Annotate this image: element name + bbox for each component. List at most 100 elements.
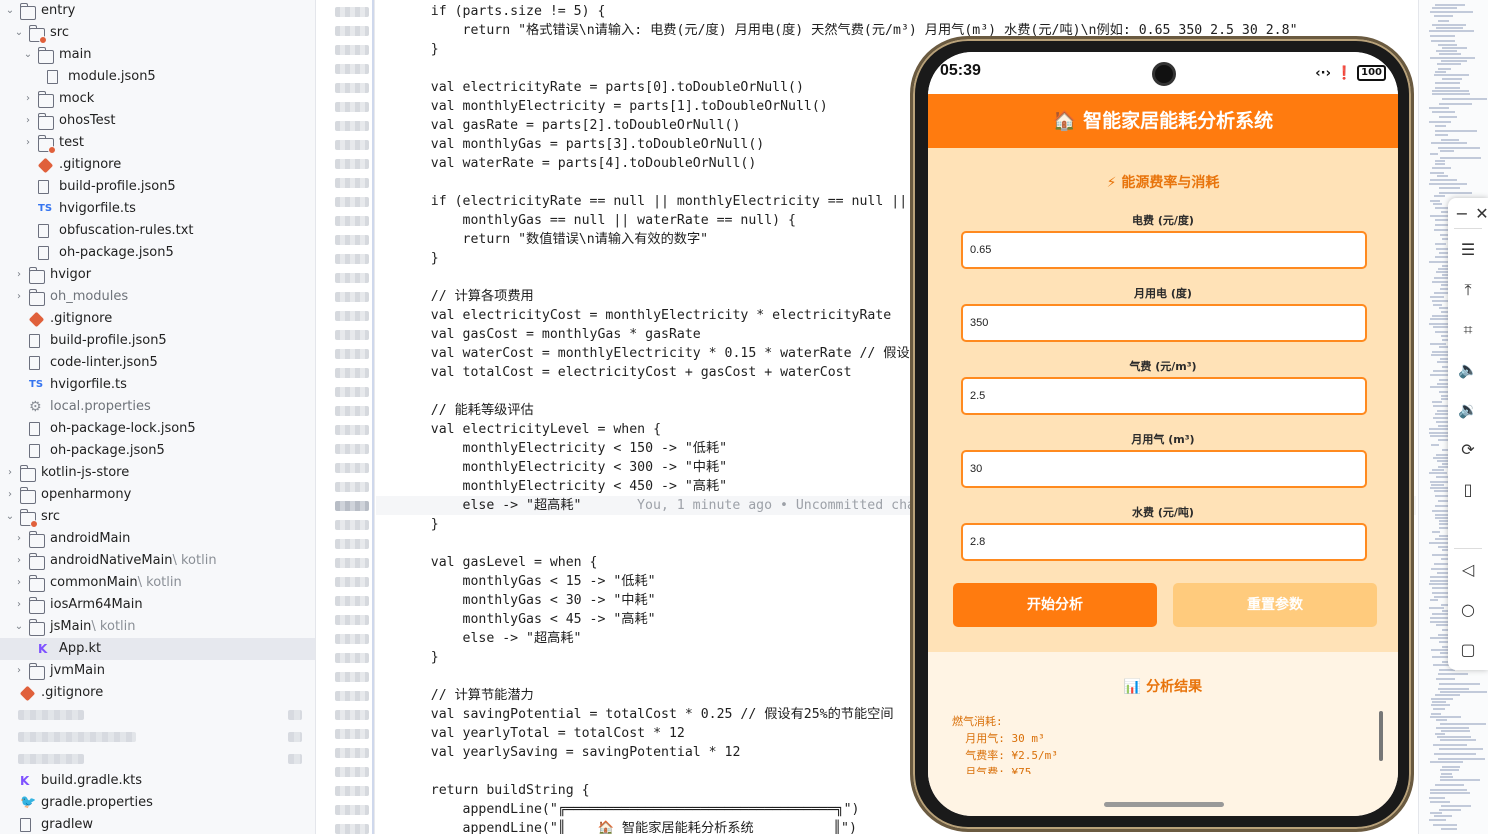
git-file-icon xyxy=(19,685,36,702)
tree-item[interactable]: › androidNativeMain\ kotlin xyxy=(0,550,315,572)
tree-item[interactable]: › test xyxy=(0,132,315,154)
tree-item[interactable]: module.json5 xyxy=(0,66,315,88)
chevron-right-icon[interactable]: › xyxy=(13,264,25,286)
tree-item[interactable]: ⌄ jsMain\ kotlin xyxy=(0,616,315,638)
tree-item[interactable]: › androidMain xyxy=(0,528,315,550)
folder-icon xyxy=(29,619,45,636)
water-rate-input[interactable]: 2.8 xyxy=(961,523,1367,561)
minimap-line xyxy=(1435,134,1448,136)
tree-item[interactable]: TS hvigorfile.ts xyxy=(0,374,315,396)
reset-params-button[interactable]: 重置参数 xyxy=(1173,583,1377,627)
tree-item[interactable]: Kbuild.gradle.kts xyxy=(0,770,315,792)
tree-item[interactable] xyxy=(0,748,315,770)
tree-item[interactable]: › hvigor xyxy=(0,264,315,286)
chevron-right-icon[interactable]: › xyxy=(4,484,16,506)
tree-item[interactable]: › iosArm64Main xyxy=(0,594,315,616)
result-line: 气费率: ¥2.5/m³ xyxy=(952,749,1058,762)
line-number xyxy=(335,786,369,796)
tree-item[interactable]: ⌄ src xyxy=(0,506,315,528)
chevron-right-icon[interactable]: › xyxy=(13,550,25,572)
close-icon[interactable]: ✕ xyxy=(1462,204,1488,223)
gas-rate-input[interactable]: 2.5 xyxy=(961,377,1367,415)
chevron-right-icon[interactable]: › xyxy=(13,572,25,594)
tree-item[interactable]: ⌄ src xyxy=(0,22,315,44)
chevron-right-icon[interactable]: › xyxy=(22,88,34,110)
phone-screen[interactable]: 05:39 ‹·› ❗ 100 🏠 智能家居能耗分析系统 ⚡ 能源费率与消耗 电… xyxy=(928,52,1398,816)
chevron-right-icon[interactable]: › xyxy=(22,110,34,132)
tree-item[interactable]: code-linter.json5 xyxy=(0,352,315,374)
line-number xyxy=(335,311,369,321)
tree-item[interactable]: oh-package.json5 xyxy=(0,242,315,264)
chevron-right-icon[interactable]: › xyxy=(13,594,25,616)
tree-item[interactable]: 🐦 gradle.properties xyxy=(0,792,315,814)
minimap-line xyxy=(1441,773,1452,775)
status-time: 05:39 xyxy=(940,62,981,79)
tree-item[interactable]: oh-package.json5 xyxy=(0,440,315,462)
tree-item[interactable]: ⌄ entry xyxy=(0,0,315,22)
tree-item[interactable]: build-profile.json5 xyxy=(0,330,315,352)
menu-icon[interactable]: ☰ xyxy=(1448,240,1488,259)
chevron-down-icon[interactable]: ⌄ xyxy=(4,506,16,528)
chevron-down-icon[interactable]: ⌄ xyxy=(13,22,25,44)
tree-item[interactable] xyxy=(0,704,315,726)
tree-item[interactable]: gradlew xyxy=(0,814,315,834)
tree-item[interactable]: › openharmony xyxy=(0,484,315,506)
code-text: monthlyElectricity < 300 -> "中耗" xyxy=(399,460,728,475)
line-number xyxy=(335,824,369,834)
chevron-right-icon[interactable]: › xyxy=(4,462,16,484)
result-scrollbar[interactable] xyxy=(1379,711,1383,761)
tree-item[interactable]: oh-package-lock.json5 xyxy=(0,418,315,440)
tree-item[interactable]: › mock xyxy=(0,88,315,110)
minimap-line xyxy=(1437,63,1461,65)
tree-item[interactable]: K App.kt xyxy=(0,638,315,660)
crop-icon[interactable]: ⌗ xyxy=(1448,320,1488,340)
tree-item[interactable]: obfuscation-rules.txt xyxy=(0,220,315,242)
line-number xyxy=(335,596,369,606)
tree-item[interactable]: .gitignore xyxy=(0,154,315,176)
electricity-rate-input[interactable]: 0.65 xyxy=(961,231,1367,269)
tree-item[interactable]: › oh_modules xyxy=(0,286,315,308)
line-number xyxy=(335,615,369,625)
volume-up-icon[interactable]: 🔈 xyxy=(1448,360,1488,379)
volume-down-icon[interactable]: 🔉 xyxy=(1448,400,1488,419)
chevron-down-icon[interactable]: ⌄ xyxy=(22,44,34,66)
home-indicator[interactable] xyxy=(1104,802,1224,807)
tree-item[interactable] xyxy=(0,726,315,748)
chevron-right-icon[interactable]: › xyxy=(22,132,34,154)
tree-item[interactable]: .gitignore xyxy=(0,682,315,704)
back-icon[interactable]: ◁ xyxy=(1448,560,1488,579)
tree-item[interactable]: › commonMain\ kotlin xyxy=(0,572,315,594)
tree-item-label: main xyxy=(59,47,92,62)
tree-item[interactable]: build-profile.json5 xyxy=(0,176,315,198)
minimap-line xyxy=(1436,50,1457,52)
recents-icon[interactable]: ▢ xyxy=(1448,640,1488,659)
code-line[interactable]: if (parts.size != 5) { xyxy=(376,2,1416,21)
tree-item[interactable]: TS hvigorfile.ts xyxy=(0,198,315,220)
tree-item[interactable]: › jvmMain xyxy=(0,660,315,682)
start-analysis-button[interactable]: 开始分析 xyxy=(953,583,1157,627)
code-text: appendLine("║ 🏠 智能家居能耗分析系统 ║") xyxy=(399,821,857,834)
rotate-icon[interactable]: ⟳ xyxy=(1448,440,1488,459)
monthly-electricity-input[interactable]: 350 xyxy=(961,304,1367,342)
tree-item[interactable]: › kotlin-js-store xyxy=(0,462,315,484)
minimap-line xyxy=(1442,766,1460,768)
chevron-down-icon[interactable]: ⌄ xyxy=(4,0,16,22)
alert-icon: ❗ xyxy=(1335,65,1353,81)
tree-item[interactable]: .gitignore xyxy=(0,308,315,330)
file-icon xyxy=(29,444,40,458)
tree-item-label: oh-package.json5 xyxy=(59,245,174,260)
tree-item[interactable]: ⚙ local.properties xyxy=(0,396,315,418)
tree-item[interactable]: ⌄ main xyxy=(0,44,315,66)
monthly-gas-input[interactable]: 30 xyxy=(961,450,1367,488)
code-text: appendLine("╔═══════════════════════════… xyxy=(399,802,860,817)
battery-icon: 100 xyxy=(1357,65,1386,81)
chevron-right-icon[interactable]: › xyxy=(13,660,25,682)
chevron-right-icon[interactable]: › xyxy=(13,528,25,550)
line-number xyxy=(335,7,369,17)
chevron-right-icon[interactable]: › xyxy=(13,286,25,308)
pin-top-icon[interactable]: ⤒ xyxy=(1448,280,1488,300)
tree-item[interactable]: › ohosTest xyxy=(0,110,315,132)
home-icon[interactable]: ○ xyxy=(1448,600,1488,619)
chevron-down-icon[interactable]: ⌄ xyxy=(13,616,25,638)
fold-icon[interactable]: ▯ xyxy=(1448,480,1488,499)
